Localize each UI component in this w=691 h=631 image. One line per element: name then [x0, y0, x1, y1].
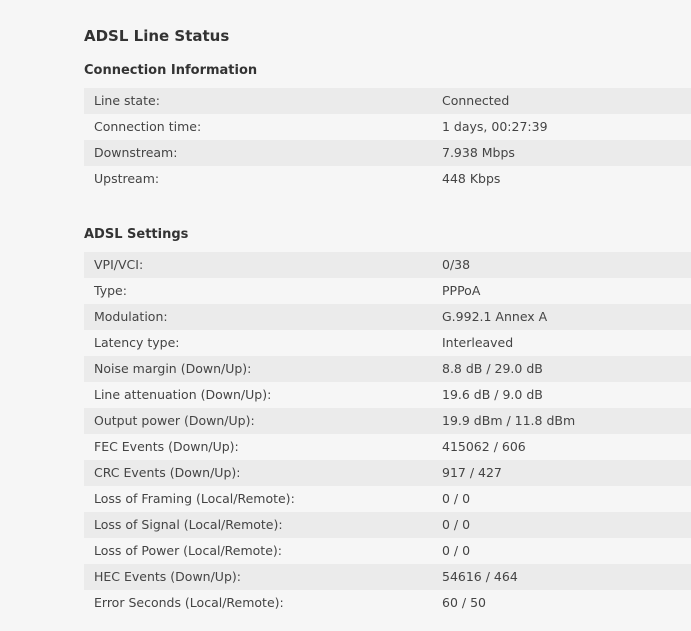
row-label: Noise margin (Down/Up):: [94, 361, 252, 376]
row-label: VPI/VCI:: [94, 257, 144, 272]
connection-information-table: Line state: Connected Connection time: 1…: [84, 88, 691, 192]
row-label: FEC Events (Down/Up):: [94, 439, 239, 454]
row-label: Connection time:: [94, 119, 202, 134]
page-title: ADSL Line Status: [84, 27, 230, 45]
table-row: FEC Events (Down/Up): 415062 / 606: [84, 434, 691, 460]
row-value: 19.6 dB / 9.0 dB: [442, 387, 543, 402]
row-value: Interleaved: [442, 335, 514, 350]
row-value: 60 / 50: [442, 595, 486, 610]
row-value: PPPoA: [442, 283, 481, 298]
row-value: 7.938 Mbps: [442, 145, 515, 160]
row-label: Loss of Signal (Local/Remote):: [94, 517, 283, 532]
row-value: G.992.1 Annex A: [442, 309, 548, 324]
table-row: Output power (Down/Up): 19.9 dBm / 11.8 …: [84, 408, 691, 434]
table-row: Loss of Framing (Local/Remote): 0 / 0: [84, 486, 691, 512]
row-value: 448 Kbps: [442, 171, 501, 186]
row-label: Modulation:: [94, 309, 168, 324]
row-label: HEC Events (Down/Up):: [94, 569, 241, 584]
row-label: Latency type:: [94, 335, 180, 350]
table-row: Downstream: 7.938 Mbps: [84, 140, 691, 166]
row-value: 54616 / 464: [442, 569, 518, 584]
adsl-settings-table: VPI/VCI: 0/38 Type: PPPoA Modulation: G.…: [84, 252, 691, 616]
row-value: 917 / 427: [442, 465, 502, 480]
row-value: 0/38: [442, 257, 471, 272]
table-row: Latency type: Interleaved: [84, 330, 691, 356]
row-label: Output power (Down/Up):: [94, 413, 255, 428]
table-row: Noise margin (Down/Up): 8.8 dB / 29.0 dB: [84, 356, 691, 382]
row-label: Loss of Power (Local/Remote):: [94, 543, 282, 558]
table-row: Upstream: 448 Kbps: [84, 166, 691, 192]
row-value: Connected: [442, 93, 510, 108]
row-label: CRC Events (Down/Up):: [94, 465, 241, 480]
row-label: Loss of Framing (Local/Remote):: [94, 491, 295, 506]
row-value: 0 / 0: [442, 491, 471, 506]
row-value: 0 / 0: [442, 543, 471, 558]
row-label: Line state:: [94, 93, 160, 108]
table-row: Modulation: G.992.1 Annex A: [84, 304, 691, 330]
row-label: Type:: [94, 283, 127, 298]
row-value: 19.9 dBm / 11.8 dBm: [442, 413, 576, 428]
table-row: Line attenuation (Down/Up): 19.6 dB / 9.…: [84, 382, 691, 408]
row-value: 415062 / 606: [442, 439, 526, 454]
table-row: Line state: Connected: [84, 88, 691, 114]
row-value: 8.8 dB / 29.0 dB: [442, 361, 543, 376]
adsl-settings-heading: ADSL Settings: [84, 227, 189, 242]
row-label: Downstream:: [94, 145, 178, 160]
table-row: Connection time: 1 days, 00:27:39: [84, 114, 691, 140]
table-row: Loss of Signal (Local/Remote): 0 / 0: [84, 512, 691, 538]
table-row: Loss of Power (Local/Remote): 0 / 0: [84, 538, 691, 564]
row-label: Error Seconds (Local/Remote):: [94, 595, 284, 610]
table-row: Type: PPPoA: [84, 278, 691, 304]
row-label: Line attenuation (Down/Up):: [94, 387, 272, 402]
table-row: HEC Events (Down/Up): 54616 / 464: [84, 564, 691, 590]
row-value: 1 days, 00:27:39: [442, 119, 548, 134]
connection-information-heading: Connection Information: [84, 63, 258, 78]
table-row: Error Seconds (Local/Remote): 60 / 50: [84, 590, 691, 616]
table-row: CRC Events (Down/Up): 917 / 427: [84, 460, 691, 486]
row-label: Upstream:: [94, 171, 160, 186]
table-row: VPI/VCI: 0/38: [84, 252, 691, 278]
row-value: 0 / 0: [442, 517, 471, 532]
